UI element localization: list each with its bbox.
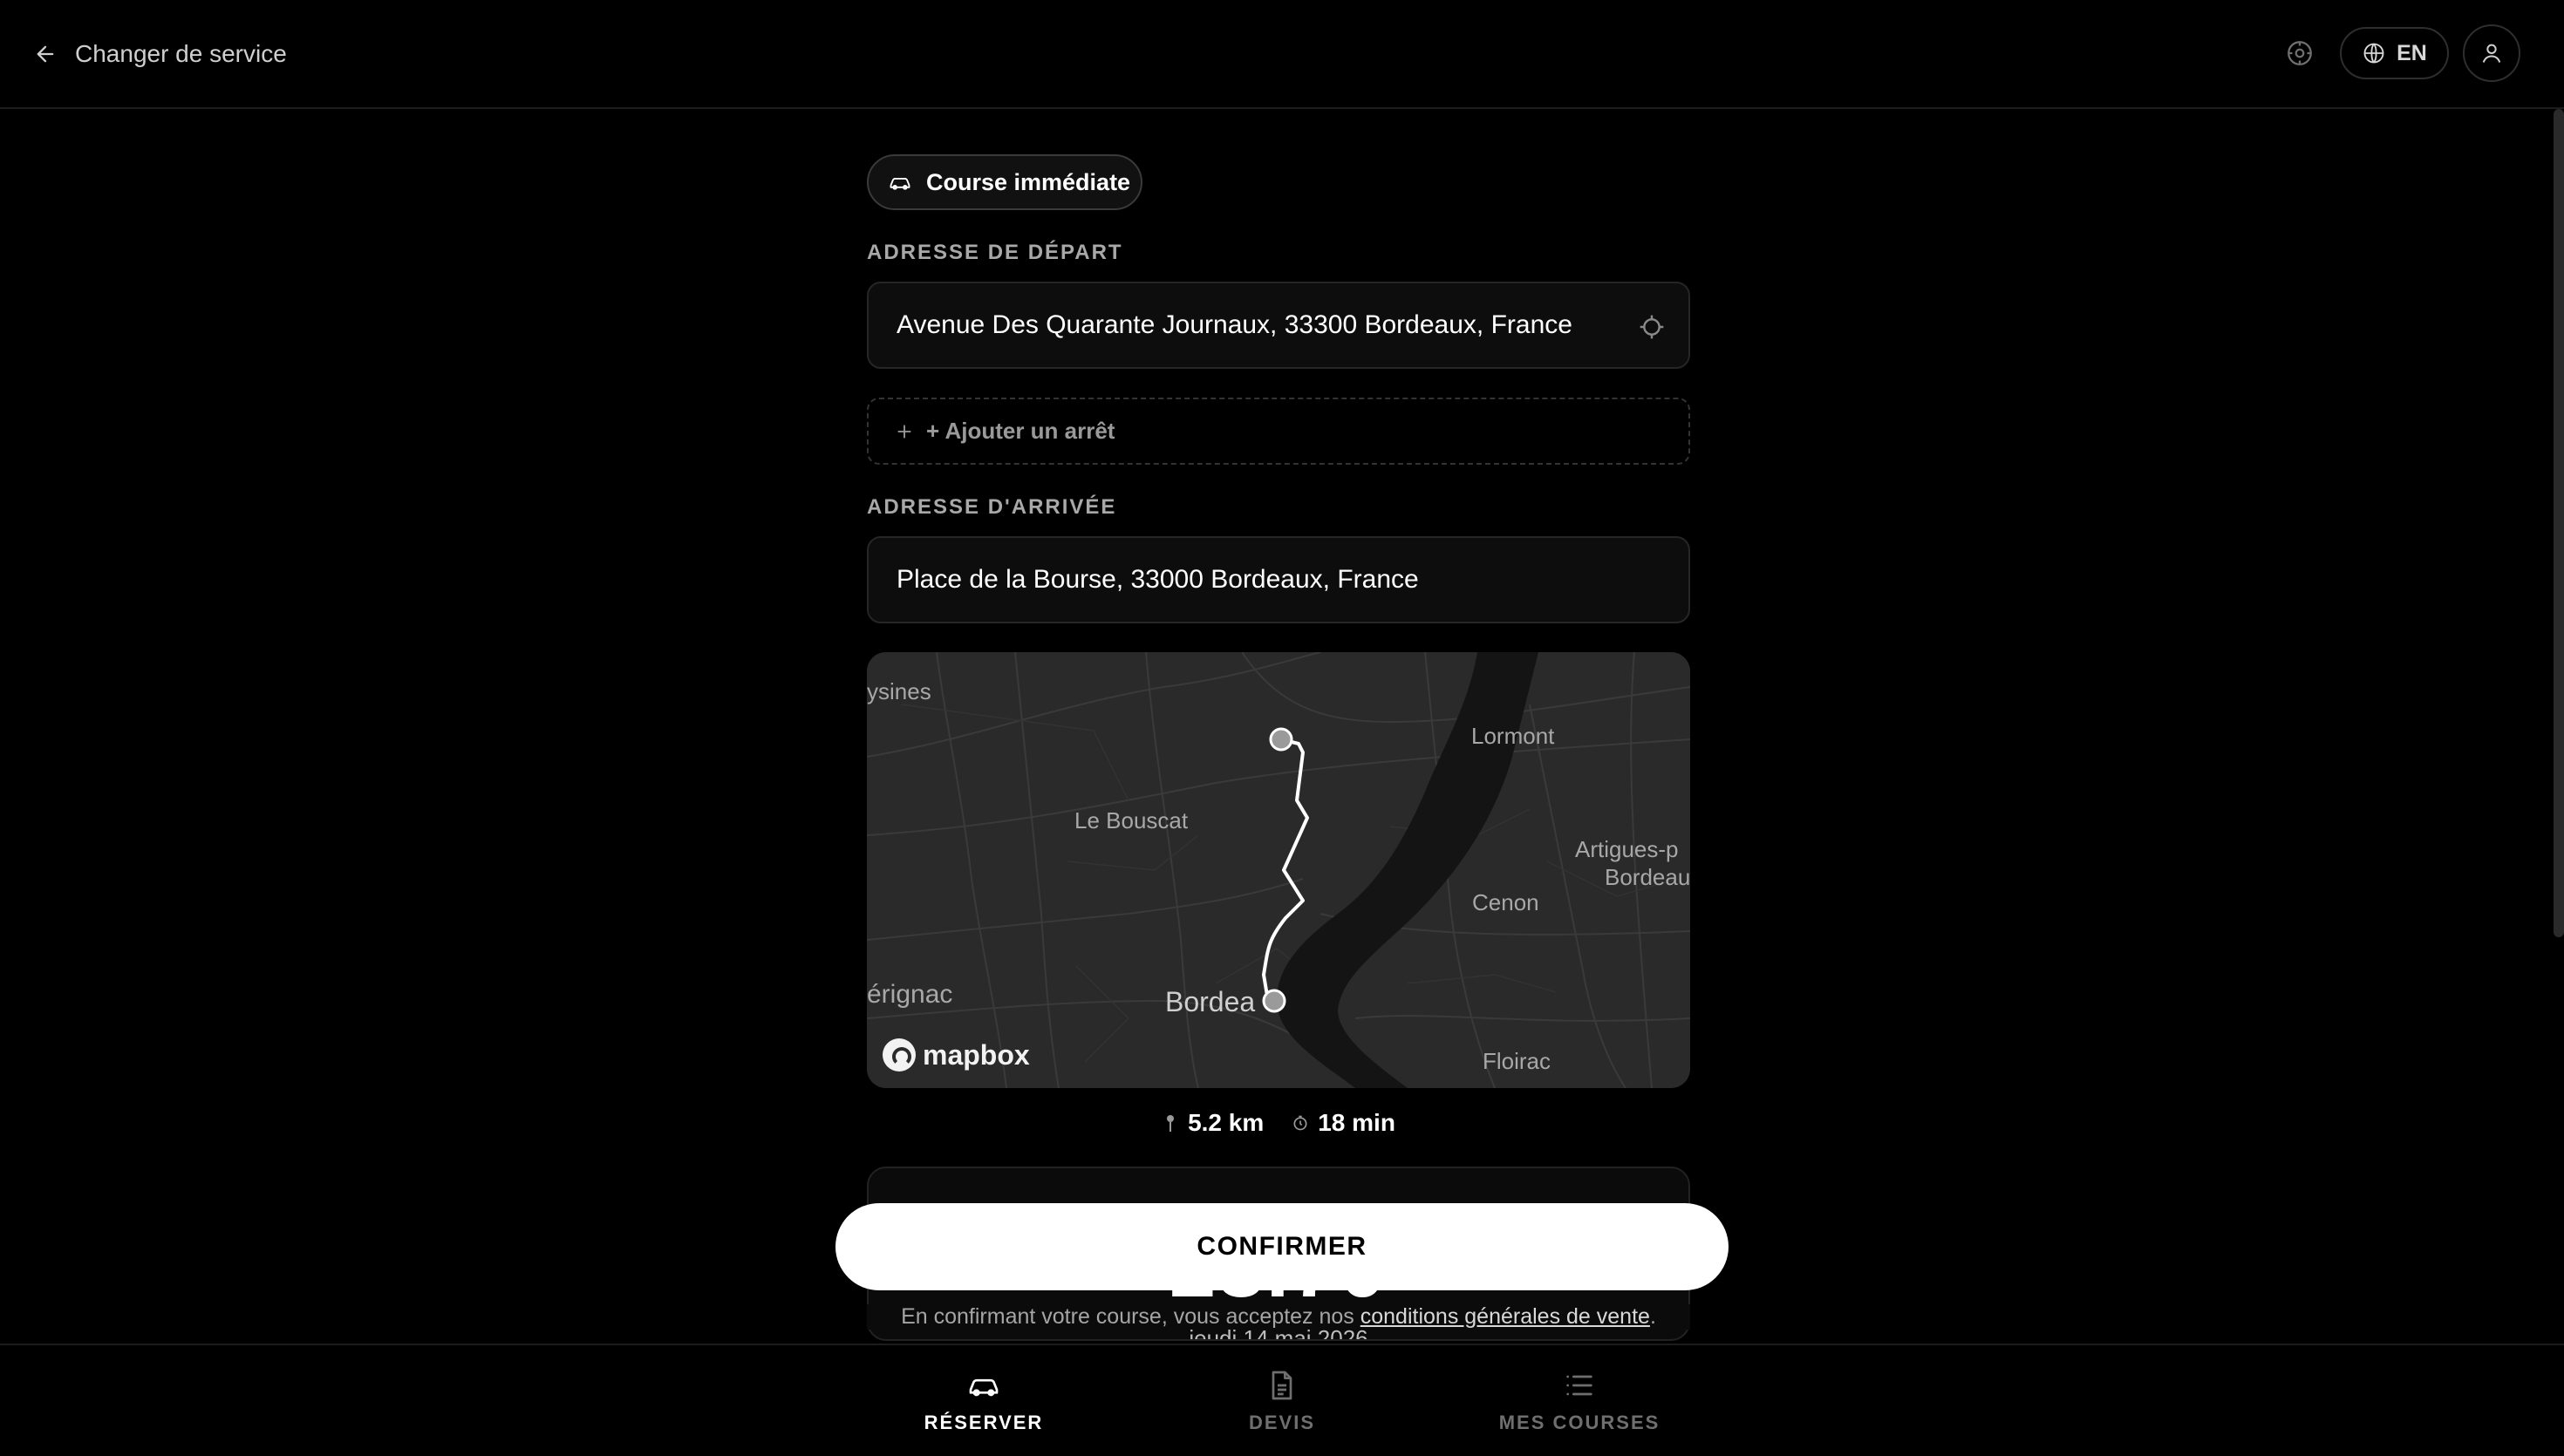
add-stop-label: + Ajouter un arrêt — [926, 418, 1115, 444]
distance-stat: 5.2 km — [1162, 1109, 1264, 1137]
confirm-button[interactable]: CONFIRMER — [835, 1203, 1729, 1290]
change-service-label: Changer de service — [75, 40, 287, 67]
list-icon — [1566, 1375, 1592, 1396]
globe-icon — [2363, 43, 2384, 64]
departure-value: Avenue Des Quarante Journaux, 33300 Bord… — [897, 310, 1572, 339]
car-icon — [890, 177, 910, 190]
trip-summary: 5.2 km 18 min — [867, 1106, 1690, 1140]
map-label: Bordea — [1165, 986, 1255, 1017]
nav-label: MES COURSES — [1498, 1412, 1660, 1433]
terms-suffix: . — [1649, 1304, 1656, 1329]
document-icon — [1272, 1371, 1292, 1400]
ride-type-label: Course immédiate — [926, 168, 1131, 195]
mapbox-attribution: mapbox — [923, 1038, 1030, 1071]
top-bar: Changer de service EN — [0, 0, 2564, 109]
map-label: Cenon — [1472, 889, 1539, 915]
map-label: Le Bouscat — [1074, 807, 1189, 833]
arrival-value: Place de la Bourse, 33000 Bordeaux, Fran… — [897, 565, 1419, 594]
locate-me-button[interactable] — [2280, 33, 2320, 73]
account-button[interactable] — [2463, 24, 2520, 82]
nav-devis[interactable]: DEVIS — [1195, 1368, 1369, 1434]
pin-icon — [1167, 1115, 1175, 1132]
scrollbar[interactable] — [2554, 109, 2564, 937]
terms-notice: En confirmant votre course, vous accepte… — [867, 1304, 1690, 1330]
distance-value: 5.2 km — [1188, 1109, 1265, 1136]
user-icon — [2482, 44, 2501, 63]
booking-page: Changer de service EN Course immédiate A… — [0, 0, 2564, 1456]
terms-link[interactable]: conditions générales de vente — [1360, 1304, 1650, 1329]
ride-type-chip[interactable]: Course immédiate — [867, 154, 1142, 210]
clock-icon — [1293, 1115, 1307, 1131]
map-label: Artigues-p — [1575, 836, 1679, 862]
map-canvas: ysines Lormont Le Bouscat Artigues-p Bor… — [867, 652, 1690, 1088]
nav-label: DEVIS — [1248, 1412, 1316, 1433]
duration-stat: 18 min — [1292, 1109, 1395, 1137]
map-label: Floirac — [1483, 1048, 1551, 1074]
terms-prefix: En confirmant votre course, vous accepte… — [901, 1304, 1354, 1329]
nav-mes-courses[interactable]: MES COURSES — [1492, 1368, 1667, 1434]
mapbox-icon — [883, 1038, 916, 1072]
arrival-label: ADRESSE D'ARRIVÉE — [867, 495, 1117, 519]
map-label: Lormont — [1471, 723, 1555, 749]
departure-label: ADRESSE DE DÉPART — [867, 241, 1123, 264]
bottom-nav: RÉSERVER DEVIS MES COURSES — [0, 1344, 2564, 1456]
plus-icon — [897, 425, 911, 438]
nav-reserver[interactable]: RÉSERVER — [897, 1368, 1071, 1434]
language-switcher[interactable]: EN — [2340, 27, 2449, 79]
crosshair-icon[interactable] — [1638, 313, 1666, 341]
map-label: Bordeau — [1605, 864, 1690, 890]
compass-icon — [2288, 41, 2312, 65]
route-map[interactable]: ysines Lormont Le Bouscat Artigues-p Bor… — [867, 652, 1690, 1088]
duration-value: 18 min — [1318, 1109, 1395, 1136]
change-service-link[interactable]: Changer de service — [33, 33, 287, 75]
mapbox-logo[interactable]: mapbox — [883, 1038, 1030, 1072]
arrival-field[interactable]: Place de la Bourse, 33000 Bordeaux, Fran… — [867, 536, 1690, 623]
language-code: EN — [2397, 40, 2427, 65]
map-label: érignac — [867, 980, 952, 1009]
map-label: ysines — [867, 678, 931, 704]
nav-label: RÉSERVER — [924, 1412, 1044, 1433]
add-stop-button[interactable]: + Ajouter un arrêt — [867, 398, 1690, 465]
car-icon — [969, 1378, 999, 1397]
arrow-left-icon — [37, 45, 54, 63]
departure-field[interactable]: Avenue Des Quarante Journaux, 33300 Bord… — [867, 282, 1690, 369]
